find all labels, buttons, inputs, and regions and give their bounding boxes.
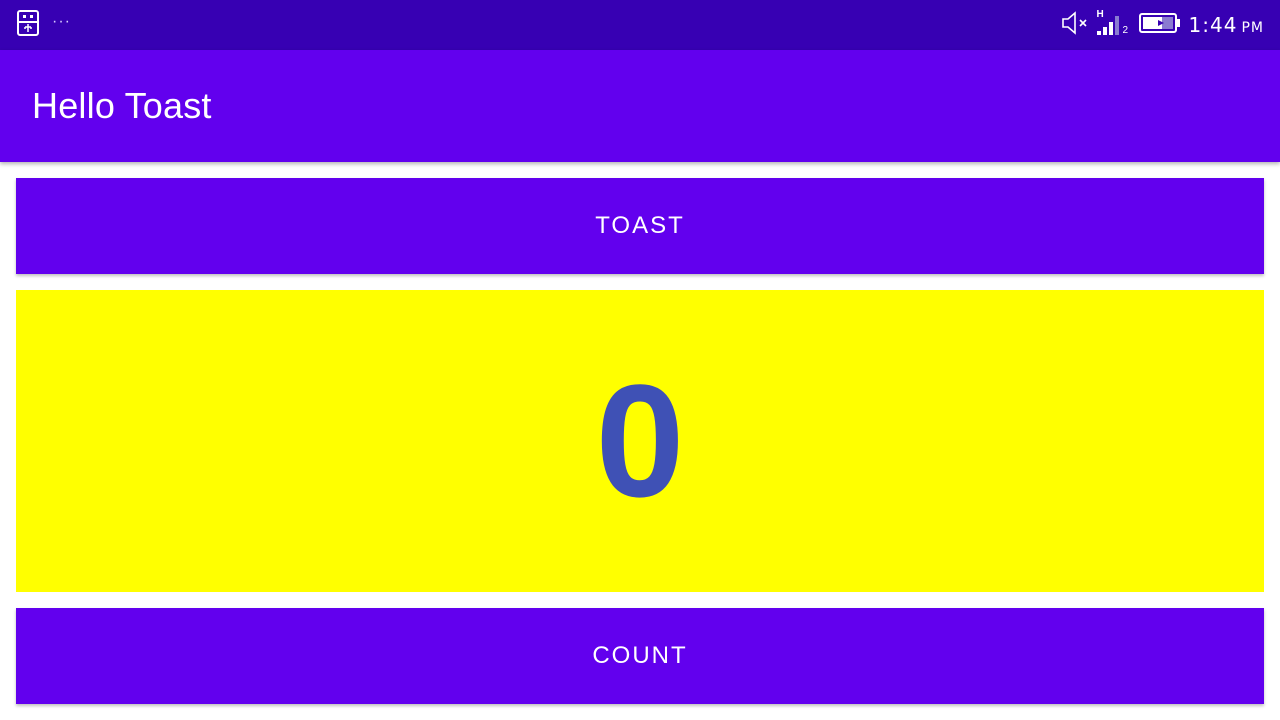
toast-button[interactable]: TOAST xyxy=(16,178,1264,274)
clock-time: 1:44 xyxy=(1188,13,1238,37)
status-bar-right: H 2 1:44 PM xyxy=(1053,9,1264,40)
count-button[interactable]: COUNT xyxy=(16,608,1264,704)
app-bar: Hello Toast xyxy=(0,50,1280,162)
count-display: 0 xyxy=(16,290,1264,592)
usb-icon xyxy=(16,9,40,42)
app-title: Hello Toast xyxy=(32,85,212,126)
clock-ampm: PM xyxy=(1241,20,1264,36)
status-clock: 1:44 PM xyxy=(1189,13,1264,37)
sim-slot-label: 2 xyxy=(1122,25,1129,36)
battery-icon xyxy=(1138,12,1181,39)
status-bar-left: ··· xyxy=(16,9,83,42)
count-value: 0 xyxy=(595,351,685,530)
mute-icon xyxy=(1061,10,1089,40)
signal-icon: H 2 xyxy=(1096,9,1131,39)
more-notifications-icon: ··· xyxy=(52,13,71,30)
status-bar: ··· H 2 1:44 PM xyxy=(0,0,1280,50)
